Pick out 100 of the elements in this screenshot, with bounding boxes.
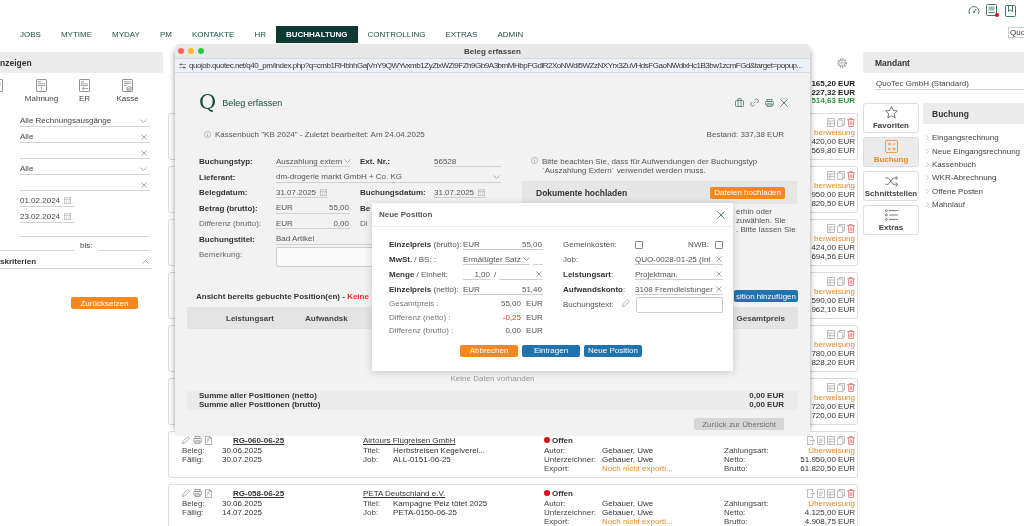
empty-message: Keine Daten vorhanden bbox=[450, 374, 535, 383]
detail-label: Fällig: bbox=[182, 455, 205, 464]
amount-value: 4.908,75 EUR bbox=[804, 517, 855, 526]
field-label: NWB: bbox=[688, 240, 709, 249]
section-title: Ansicht bereits gebuchte Position(en) - Keine bbox=[196, 291, 369, 301]
total-amount: 227,32 EUR bbox=[811, 88, 855, 97]
field-label: Menge / Einheit: bbox=[389, 270, 449, 279]
range-label: bis: bbox=[80, 241, 93, 250]
amount-value: 424,00 EUR bbox=[811, 243, 855, 252]
detail-value: Kampagne Pelz tötet 2025 bbox=[393, 499, 488, 508]
amount-value: 694,56 EUR bbox=[811, 252, 855, 261]
sum-value: -0,25 bbox=[501, 312, 521, 322]
balance-text: Bestand: 337,38 EUR bbox=[706, 129, 784, 139]
detail-value: Herbstreisen Kegelverei... bbox=[393, 446, 486, 455]
detail-label: Titel: bbox=[363, 499, 382, 508]
field-label: Lieferant: bbox=[199, 172, 237, 182]
field-label: Differenz (netto) : bbox=[389, 312, 452, 322]
field-label: Betrag (brutto): bbox=[199, 203, 259, 213]
detail-value: 30.07.2025 bbox=[222, 455, 263, 464]
column-header: Aufwandsk bbox=[305, 313, 348, 323]
currency-label: EUR bbox=[526, 299, 543, 309]
amount-value: 4.125,00 EUR bbox=[804, 508, 855, 517]
field-label: Gesamtpreis : bbox=[389, 299, 440, 309]
amount-value: 720,00 EUR bbox=[811, 402, 855, 411]
amount-value: Überweisung bbox=[808, 499, 855, 508]
amount-value: 962,10 EUR bbox=[811, 305, 855, 314]
currency-label: EUR bbox=[526, 326, 543, 336]
amount-label: Zahlungsart: bbox=[724, 499, 769, 508]
field-label: Ext. Nr.: bbox=[360, 157, 392, 167]
total-amount: 514,63 EUR bbox=[811, 97, 855, 106]
upload-hint: erhin oder zuwählen. Sie . Bitte lassen Sie bbox=[736, 207, 797, 234]
detail-label: Unterzeichner: bbox=[544, 455, 598, 464]
detail-label: Beleg: bbox=[182, 499, 206, 508]
panel-header: Mandant bbox=[863, 52, 1024, 73]
detail-value: Gebauer, Uwe bbox=[602, 499, 654, 508]
amount-value: berweisung bbox=[814, 181, 855, 190]
amount-value: 720,00 EUR bbox=[811, 411, 855, 420]
field-label: Bemerkung: bbox=[199, 249, 244, 259]
detail-label: Export: bbox=[544, 464, 571, 473]
field-label: Buchungstyp: bbox=[199, 157, 254, 167]
detail-value: Gebauer, Uwe bbox=[602, 508, 654, 517]
detail-label: Job: bbox=[363, 455, 380, 464]
detail-label: Titel: bbox=[363, 446, 382, 455]
status-text: Offen bbox=[552, 435, 573, 445]
unit-separator: / bbox=[494, 270, 497, 279]
sum-value: 0,00 bbox=[504, 326, 521, 336]
field-label: Gemeinkosten: bbox=[563, 240, 618, 249]
field-label: Belegdatum: bbox=[199, 188, 249, 198]
field-label: Buchungstext: bbox=[563, 299, 615, 309]
detail-label: Unterzeichner: bbox=[544, 508, 598, 517]
detail-label: Job: bbox=[363, 508, 380, 517]
amount-label: Zahlungsart: bbox=[724, 446, 769, 455]
amount-value: 950,00 EUR bbox=[811, 190, 855, 199]
detail-value: Gebauer, Uwe bbox=[602, 446, 654, 455]
field-label: Be bbox=[360, 203, 372, 213]
amount-value: 590,00 EUR bbox=[811, 296, 855, 305]
menu-header: Buchung bbox=[923, 103, 1024, 124]
amount-value: berweisung bbox=[814, 234, 855, 243]
sum-value: 55,00 bbox=[499, 299, 521, 309]
field-label: Job: bbox=[563, 255, 580, 264]
detail-value: 30.06.2025 bbox=[222, 499, 263, 508]
detail-value: ALL-0151-06-25 bbox=[393, 455, 451, 464]
amount-label: Brutto: bbox=[724, 517, 748, 526]
detail-value: Noch nicht exporti... bbox=[602, 517, 673, 526]
detail-label: Fällig: bbox=[182, 508, 205, 517]
field-label: Differenz (brutto) : bbox=[389, 326, 455, 336]
page-title: Beleg erfassen bbox=[222, 97, 283, 108]
field-label: Einzelpreis (brutto): bbox=[389, 240, 463, 249]
dialog-title: Neue Position bbox=[379, 210, 433, 219]
detail-label: Export: bbox=[544, 517, 571, 526]
amount-value: 420,00 EUR bbox=[811, 137, 855, 146]
amount-value: 780,00 EUR bbox=[811, 349, 855, 358]
amount-label: Netto: bbox=[724, 455, 746, 464]
total-amount: 165,20 EUR bbox=[811, 80, 855, 88]
field-label: Aufwandskonto: bbox=[563, 285, 627, 294]
status-text: Offen bbox=[552, 488, 573, 498]
field-label: Buchungsdatum: bbox=[360, 188, 427, 198]
amount-value: berweisung bbox=[814, 128, 855, 137]
amount-value: 569,80 EUR bbox=[811, 146, 855, 155]
detail-label: Beleg: bbox=[182, 446, 206, 455]
detail-label: Autor: bbox=[544, 499, 567, 508]
detail-value: PETA-0150-06-25 bbox=[393, 508, 457, 517]
field-label: Einzelpreis (netto): bbox=[389, 285, 460, 294]
amount-value: berweisung bbox=[814, 287, 855, 296]
column-header: Gesamtpreis bbox=[736, 313, 785, 323]
notice-text: Bitte beachten Sie, dass für Aufwendungen der Buchungstyp `Auszahlung Extern´ verwendet werden muss. bbox=[542, 157, 759, 175]
info-text: Kassenbuch "KB 2024" - Zuletzt bearbeitet: Am 24.04.2025 bbox=[215, 129, 425, 139]
window-title: Beleg erfassen bbox=[464, 46, 521, 56]
currency-label: EUR bbox=[526, 312, 543, 322]
detail-label: Autor: bbox=[544, 446, 567, 455]
amount-value: 61.820,50 EUR bbox=[800, 464, 855, 473]
field-label: Di bbox=[360, 219, 369, 229]
sum-label: Summe aller Positionen (brutto) bbox=[199, 400, 321, 409]
field-label: Buchungstitel: bbox=[199, 234, 256, 244]
logo: Q bbox=[199, 93, 217, 112]
amount-value: 51.950,00 EUR bbox=[800, 455, 855, 464]
panel-header: nzeigen bbox=[0, 52, 163, 73]
detail-value: Gebauer, Uwe bbox=[602, 455, 654, 464]
amount-label: Netto: bbox=[724, 508, 746, 517]
amount-label: Brutto: bbox=[724, 464, 748, 473]
